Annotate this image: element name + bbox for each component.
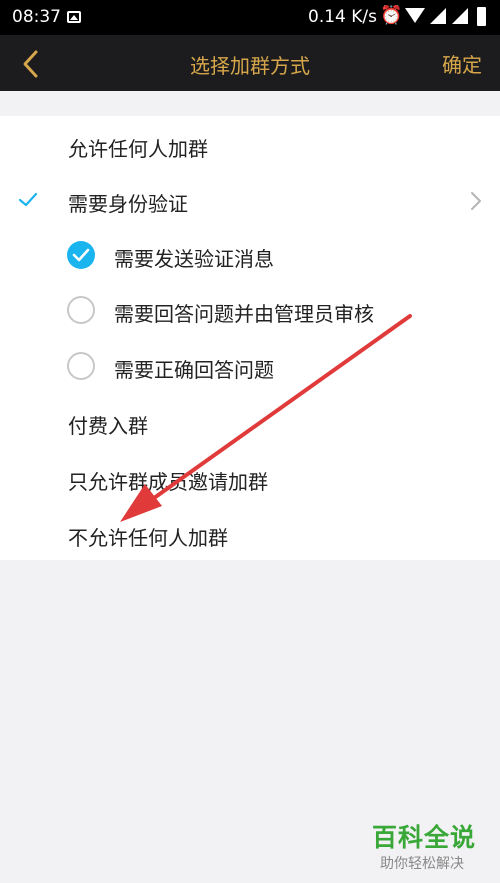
- status-bar: 08:37 0.14 K/s ⏰: [0, 0, 500, 35]
- join-method-list: 允许任何人加群 需要身份验证 需要发送验证消息 需要回答问题并由管理员审核 需要…: [0, 116, 500, 560]
- sub-option-send-verification[interactable]: 需要发送验证消息: [0, 228, 500, 284]
- option-label: 只允许群成员邀请加群: [68, 470, 268, 494]
- option-label: 付费入群: [68, 414, 148, 438]
- radio-unchecked-icon[interactable]: [67, 296, 95, 324]
- signal-icon: [430, 8, 446, 24]
- checkmark-icon: [72, 248, 90, 262]
- sub-option-answer-correctly[interactable]: 需要正确回答问题: [0, 339, 500, 395]
- option-label: 需要正确回答问题: [114, 358, 274, 382]
- option-disallow-anyone[interactable]: 不允许任何人加群: [0, 507, 500, 563]
- wifi-icon: [405, 8, 425, 23]
- nav-bar: 选择加群方式 确定: [0, 35, 500, 91]
- option-require-verification[interactable]: 需要身份验证: [0, 173, 500, 229]
- watermark-subtitle: 助你轻松解决: [380, 856, 464, 872]
- alarm-icon: ⏰: [380, 5, 403, 26]
- option-paid-join[interactable]: 付费入群: [0, 395, 500, 451]
- network-speed: 0.14 K/s: [308, 7, 377, 27]
- watermark: 百科全说 助你轻松解决: [368, 818, 494, 878]
- radio-unchecked-icon[interactable]: [67, 352, 95, 380]
- option-members-invite-only[interactable]: 只允许群成员邀请加群: [0, 451, 500, 507]
- option-label: 需要回答问题并由管理员审核: [114, 302, 374, 326]
- checkmark-icon: [18, 192, 38, 207]
- status-time: 08:37: [12, 7, 61, 27]
- option-label: 允许任何人加群: [68, 137, 208, 161]
- radio-checked-icon[interactable]: [67, 241, 95, 269]
- image-icon: [67, 11, 81, 23]
- watermark-title: 百科全说: [372, 823, 477, 852]
- battery-icon: [477, 7, 486, 26]
- option-label: 不允许任何人加群: [68, 526, 228, 550]
- option-label: 需要发送验证消息: [114, 247, 274, 271]
- signal-icon: [452, 8, 468, 24]
- option-allow-anyone[interactable]: 允许任何人加群: [0, 118, 500, 174]
- confirm-button[interactable]: 确定: [442, 49, 482, 78]
- chevron-right-icon: [471, 192, 481, 210]
- page-title: 选择加群方式: [190, 54, 310, 78]
- sub-option-answer-admin-review[interactable]: 需要回答问题并由管理员审核: [0, 283, 500, 339]
- option-label: 需要身份验证: [68, 192, 188, 216]
